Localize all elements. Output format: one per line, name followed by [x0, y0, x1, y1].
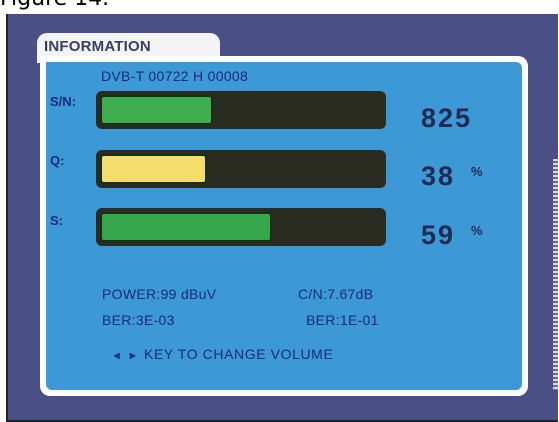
sn-meter-fill: [100, 95, 213, 125]
s-meter-bar: [96, 208, 386, 246]
ber-left-readout: BER:3E-03: [102, 312, 175, 328]
ber-right-readout: BER:1E-01: [306, 312, 379, 328]
volume-hint-text: KEY TO CHANGE VOLUME: [144, 346, 334, 362]
sn-meter-bar: [96, 91, 386, 129]
q-meter-unit: %: [471, 164, 483, 179]
arrow-right-icon: ►: [127, 350, 139, 362]
s-meter-unit: %: [471, 223, 483, 238]
s-meter-value: 59: [421, 220, 456, 250]
tv-screen: INFORMATION DVB-T 00722 H 00008 S/N: 825…: [6, 14, 558, 422]
arrow-left-icon: ◄: [111, 350, 123, 362]
q-meter-value: 38: [421, 161, 456, 191]
sn-meter-value: 825: [421, 103, 473, 133]
screen-edge-artifact: [553, 159, 558, 390]
power-readout: POWER:99 dBuV: [102, 286, 217, 302]
information-panel: DVB-T 00722 H 00008 S/N: 825 Q: 38 % S: …: [40, 56, 528, 396]
sn-meter-label: S/N:: [50, 94, 76, 109]
q-meter-bar: [96, 150, 386, 188]
signal-line: DVB-T 00722 H 00008: [101, 68, 249, 84]
figure-caption: Figure 14.: [0, 0, 109, 11]
s-meter-label: S:: [50, 213, 63, 228]
q-meter-label: Q:: [50, 153, 65, 168]
information-panel-body: DVB-T 00722 H 00008 S/N: 825 Q: 38 % S: …: [46, 62, 522, 390]
volume-hint: ◄ ► KEY TO CHANGE VOLUME: [111, 346, 333, 362]
cn-readout: C/N:7.67dB: [298, 286, 374, 302]
q-meter-fill: [100, 154, 208, 184]
s-meter-fill: [100, 212, 273, 242]
